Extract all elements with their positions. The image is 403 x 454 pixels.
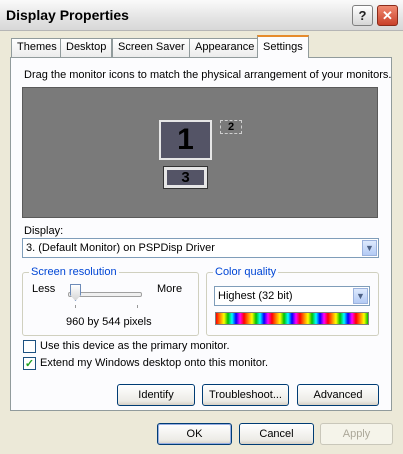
identify-button[interactable]: Identify [117, 384, 195, 406]
tab-desktop[interactable]: Desktop [60, 38, 113, 57]
display-select-value: 3. (Default Monitor) on PSPDisp Driver [26, 242, 215, 254]
monitor-arrangement-area[interactable]: 1 2 3 [22, 87, 378, 218]
monitor-2-icon[interactable]: 2 [220, 120, 242, 134]
slider-tick [137, 305, 138, 308]
help-button[interactable]: ? [352, 5, 373, 26]
primary-monitor-label[interactable]: Use this device as the primary monitor. [40, 340, 230, 352]
monitor-1-icon[interactable]: 1 [159, 120, 212, 160]
slider-tick [75, 305, 76, 308]
tab-appearance[interactable]: Appearance [189, 38, 261, 57]
primary-monitor-checkbox[interactable] [23, 340, 36, 353]
title-bar: Display Properties ? ✕ [0, 0, 403, 31]
instruction-text: Drag the monitor icons to match the phys… [24, 69, 392, 81]
chevron-down-icon[interactable]: ▼ [362, 240, 377, 256]
advanced-button[interactable]: Advanced [297, 384, 379, 406]
extend-desktop-label[interactable]: Extend my Windows desktop onto this moni… [40, 357, 268, 369]
color-quality-title: Color quality [213, 266, 279, 278]
ok-button[interactable]: OK [157, 423, 232, 445]
resolution-more-label: More [157, 283, 183, 295]
apply-button[interactable]: Apply [320, 423, 393, 445]
tab-screen-saver[interactable]: Screen Saver [112, 38, 191, 57]
tab-themes[interactable]: Themes [11, 38, 63, 57]
cancel-button[interactable]: Cancel [239, 423, 314, 445]
troubleshoot-button[interactable]: Troubleshoot... [202, 384, 289, 406]
resolution-less-label: Less [32, 283, 56, 295]
display-select[interactable]: 3. (Default Monitor) on PSPDisp Driver ▼ [22, 238, 379, 258]
color-quality-value: Highest (32 bit) [218, 290, 293, 302]
color-spectrum-bar [215, 312, 369, 325]
extend-desktop-checkbox[interactable]: ✓ [23, 357, 36, 370]
close-button[interactable]: ✕ [377, 5, 398, 26]
display-label: Display: [24, 225, 64, 237]
tab-settings[interactable]: Settings [257, 35, 309, 58]
color-quality-select[interactable]: Highest (32 bit) ▼ [214, 286, 370, 306]
chevron-down-icon[interactable]: ▼ [353, 288, 368, 304]
window-title: Display Properties [6, 7, 129, 23]
screen-resolution-title: Screen resolution [29, 266, 119, 278]
resolution-value: 960 by 544 pixels [66, 316, 152, 328]
monitor-3-icon[interactable]: 3 [163, 166, 208, 189]
